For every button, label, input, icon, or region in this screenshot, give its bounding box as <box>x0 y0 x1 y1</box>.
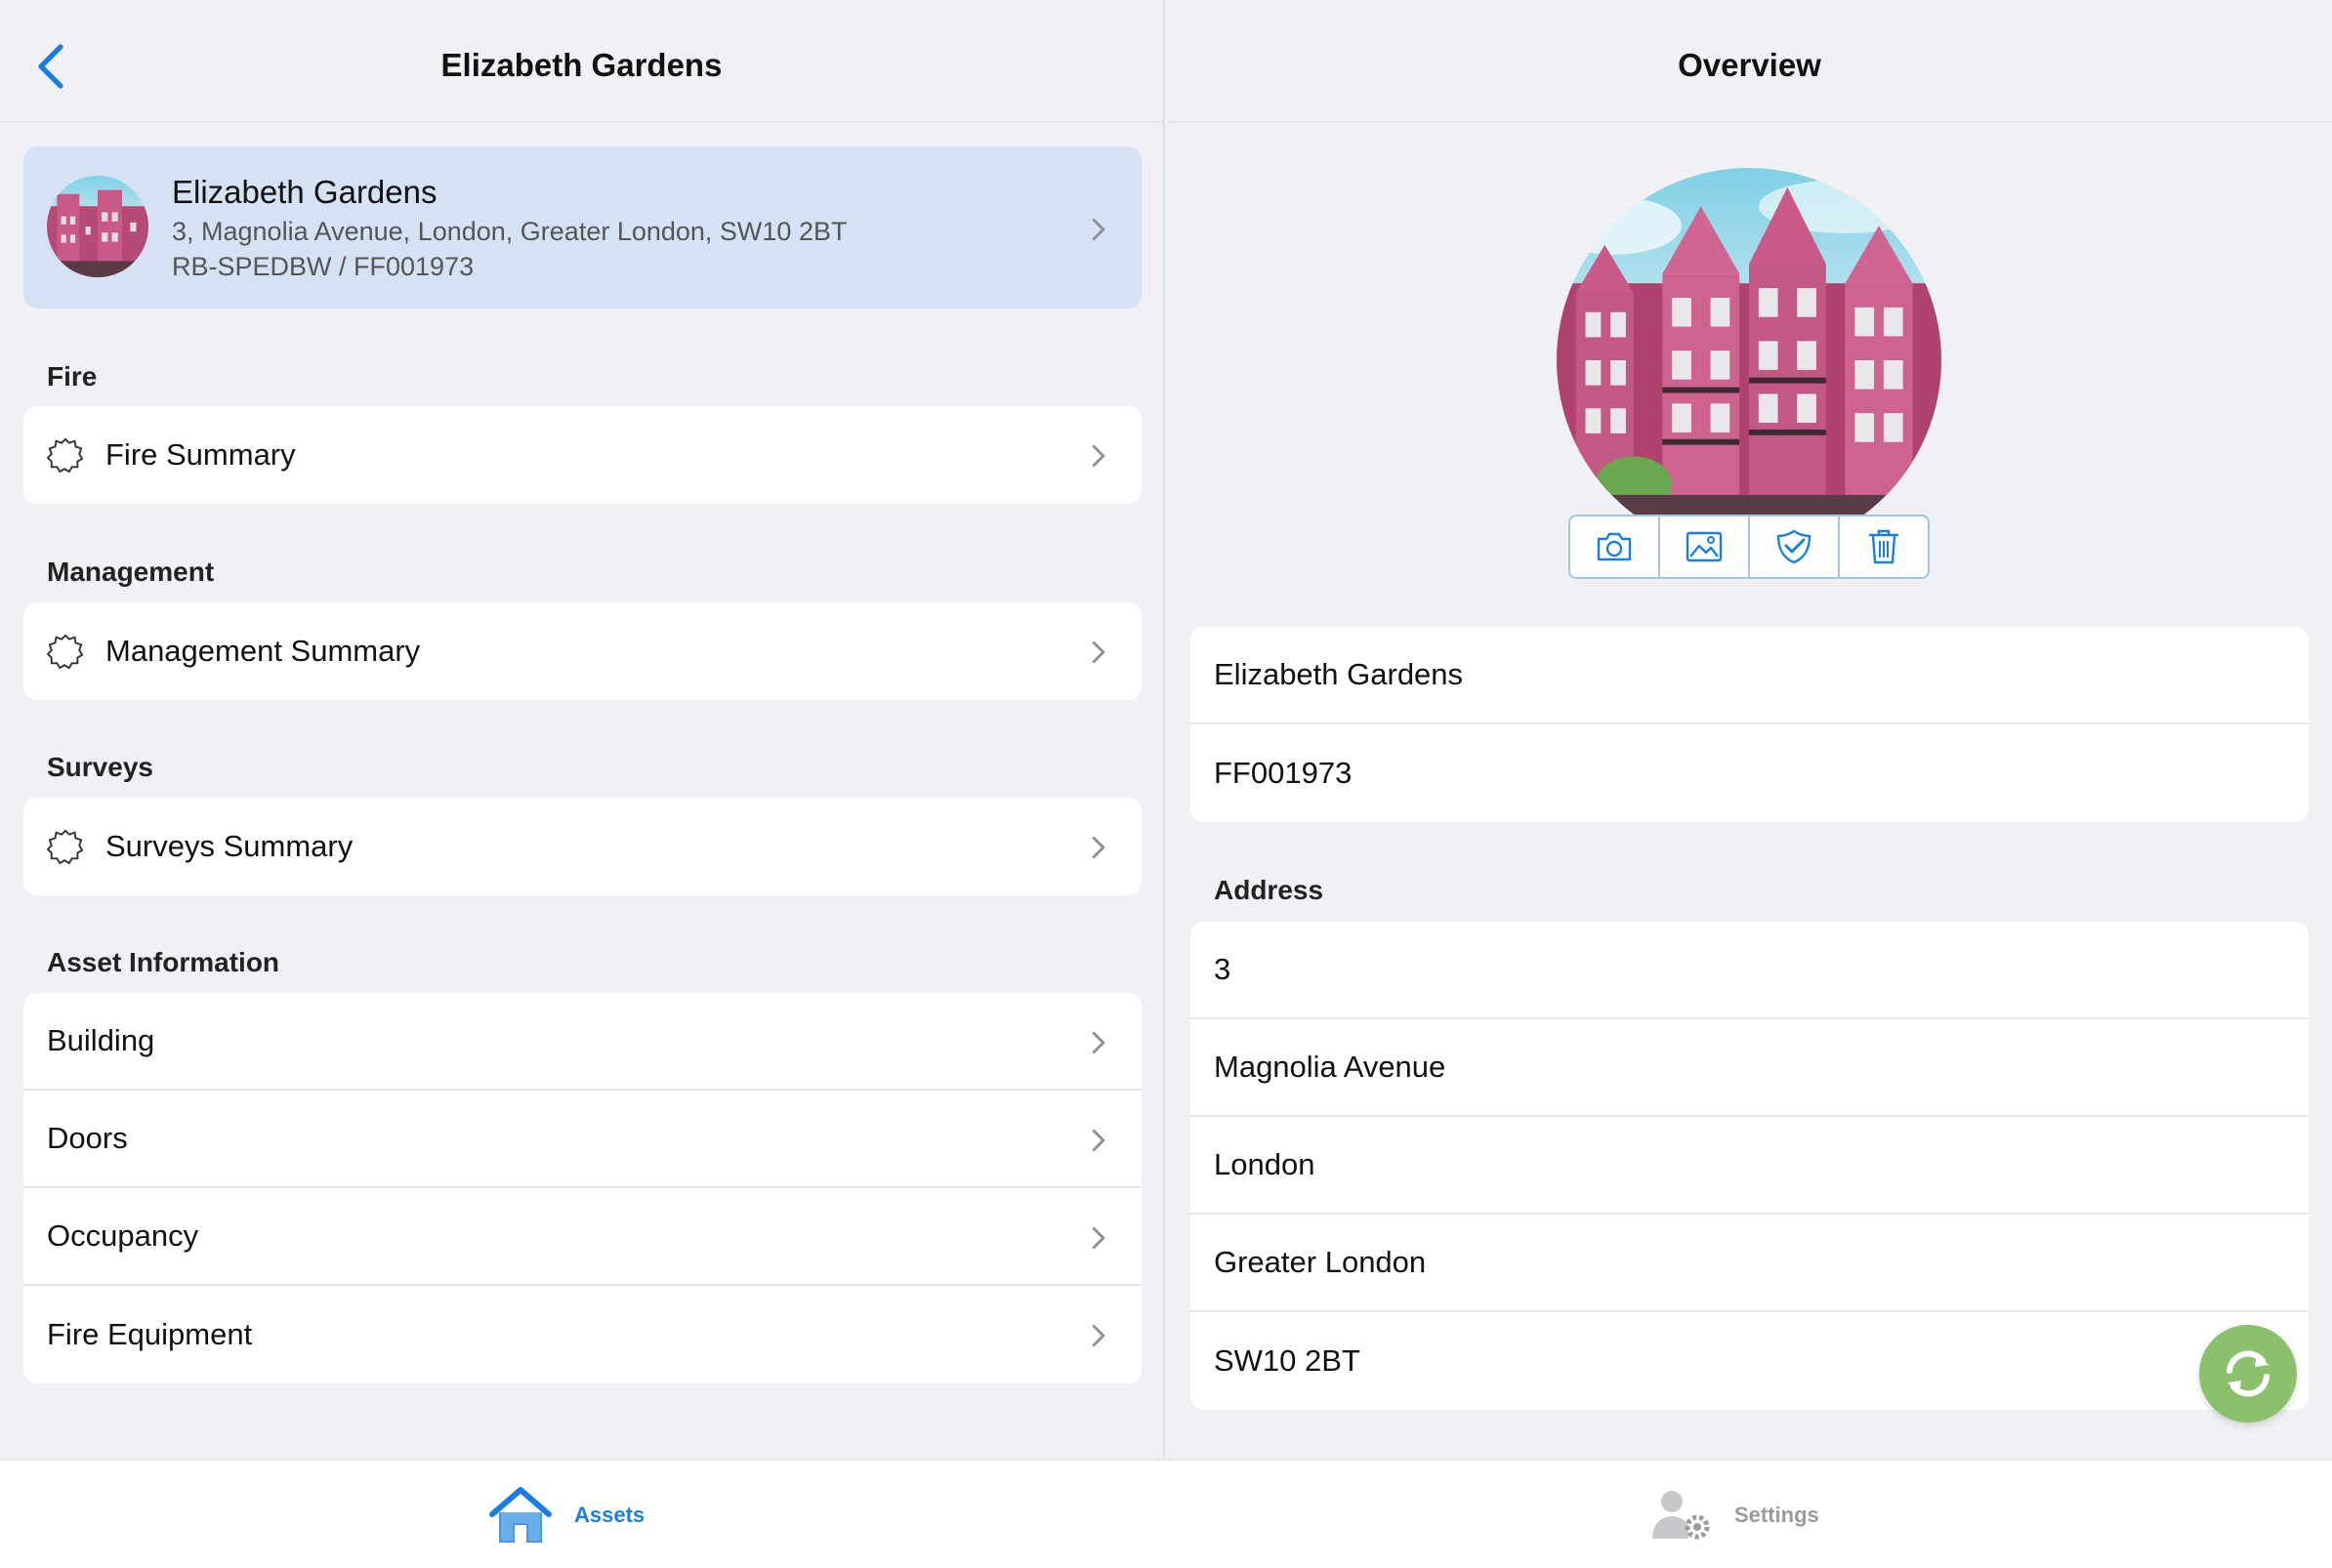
loading-badge-icon <box>47 437 84 474</box>
surveys-summary-label: Surveys Summary <box>105 829 354 863</box>
chevron-right-icon <box>1092 444 1105 468</box>
home-icon <box>489 1487 552 1543</box>
tab-settings-label: Settings <box>1734 1503 1819 1527</box>
management-summary-row[interactable]: Management Summary <box>23 602 1142 700</box>
asset-info-label: Occupancy <box>47 1218 199 1253</box>
address-line-value: London <box>1214 1147 1315 1181</box>
page-title: Elizabeth Gardens <box>440 47 723 83</box>
overview-name-field[interactable]: Elizabeth Gardens <box>1190 627 2309 724</box>
asset-info-label: Building <box>47 1023 155 1057</box>
overview-pane: Overview Elizabeth Gardens FF001973 Addr… <box>1167 0 2332 1459</box>
chevron-right-icon <box>1092 640 1105 664</box>
verified-shield-icon <box>1776 529 1811 564</box>
section-label-surveys: Surveys <box>47 752 153 782</box>
section-label-management: Management <box>47 557 215 587</box>
address-line-field[interactable]: Magnolia Avenue <box>1190 1019 2309 1117</box>
sync-icon <box>2227 1350 2270 1397</box>
delete-photo-button[interactable] <box>1840 516 1928 577</box>
chevron-right-icon <box>1092 836 1105 859</box>
overview-name-value: Elizabeth Gardens <box>1214 657 1464 691</box>
fire-card: Fire Summary <box>23 406 1142 504</box>
asset-thumbnail <box>47 176 148 277</box>
asset-info-row-building[interactable]: Building <box>23 993 1142 1091</box>
asset-info-row-fire-equipment[interactable]: Fire Equipment <box>23 1286 1142 1383</box>
user-settings-icon <box>1652 1491 1710 1540</box>
right-navbar: Overview <box>1167 0 2332 123</box>
camera-button[interactable] <box>1570 516 1660 577</box>
chevron-right-icon <box>1092 218 1105 241</box>
address-card: 3 Magnolia Avenue London Greater London … <box>1190 922 2309 1410</box>
overview-code-field[interactable]: FF001973 <box>1190 724 2309 822</box>
management-card: Management Summary <box>23 602 1142 700</box>
address-line-value: Magnolia Avenue <box>1214 1050 1446 1084</box>
sync-button[interactable] <box>2199 1325 2297 1423</box>
asset-address: 3, Magnolia Avenue, London, Greater Lond… <box>172 217 848 246</box>
chevron-right-icon <box>1092 1324 1105 1347</box>
address-line-field[interactable]: SW10 2BT <box>1190 1312 2309 1410</box>
asset-info-row-doors[interactable]: Doors <box>23 1091 1142 1188</box>
gallery-button[interactable] <box>1660 516 1750 577</box>
building-photo <box>1557 168 1941 553</box>
asset-detail-pane: Elizabeth Gardens Elizabeth Gardens 3, M… <box>0 0 1165 1459</box>
chevron-right-icon <box>1092 1226 1105 1250</box>
address-line-field[interactable]: Greater London <box>1190 1215 2309 1312</box>
camera-icon <box>1597 532 1632 561</box>
asset-info-label: Doors <box>47 1121 128 1155</box>
loading-badge-icon <box>47 829 84 865</box>
tab-bar: Assets Settings <box>0 1459 2332 1568</box>
address-line-value: 3 <box>1214 952 1231 986</box>
section-label-fire: Fire <box>47 361 98 392</box>
tab-settings[interactable]: Settings <box>1650 1474 1819 1556</box>
fire-summary-label: Fire Summary <box>105 437 296 472</box>
tab-assets-label: Assets <box>574 1503 645 1527</box>
loading-badge-icon <box>47 634 84 670</box>
surveys-card: Surveys Summary <box>23 798 1142 895</box>
asset-summary-card[interactable]: Elizabeth Gardens 3, Magnolia Avenue, Lo… <box>23 146 1142 309</box>
asset-information-card: Building Doors Occupancy Fire Equipment <box>23 993 1142 1383</box>
chevron-right-icon <box>1092 1031 1105 1054</box>
image-icon <box>1686 531 1723 562</box>
asset-reference: RB-SPEDBW / FF001973 <box>172 252 475 281</box>
management-summary-label: Management Summary <box>105 634 421 668</box>
overview-title: Overview <box>1678 47 1821 83</box>
address-section-label: Address <box>1214 875 1324 905</box>
fire-summary-row[interactable]: Fire Summary <box>23 406 1142 504</box>
verify-button[interactable] <box>1750 516 1840 577</box>
address-line-field[interactable]: London <box>1190 1117 2309 1215</box>
address-line-value: SW10 2BT <box>1214 1343 1360 1378</box>
asset-info-row-occupancy[interactable]: Occupancy <box>23 1188 1142 1286</box>
address-line-field[interactable]: 3 <box>1190 922 2309 1019</box>
trash-icon <box>1868 529 1899 564</box>
tab-assets[interactable]: Assets <box>488 1474 645 1556</box>
overview-identity-card: Elizabeth Gardens FF001973 <box>1190 627 2309 822</box>
section-label-asset-information: Asset Information <box>47 947 280 977</box>
chevron-right-icon <box>1092 1129 1105 1152</box>
photo-action-bar <box>1568 515 1930 579</box>
asset-name: Elizabeth Gardens <box>172 174 437 210</box>
surveys-summary-row[interactable]: Surveys Summary <box>23 798 1142 895</box>
asset-info-label: Fire Equipment <box>47 1317 253 1351</box>
address-line-value: Greater London <box>1214 1245 1427 1279</box>
left-navbar: Elizabeth Gardens <box>0 0 1163 123</box>
overview-code-value: FF001973 <box>1214 756 1353 790</box>
